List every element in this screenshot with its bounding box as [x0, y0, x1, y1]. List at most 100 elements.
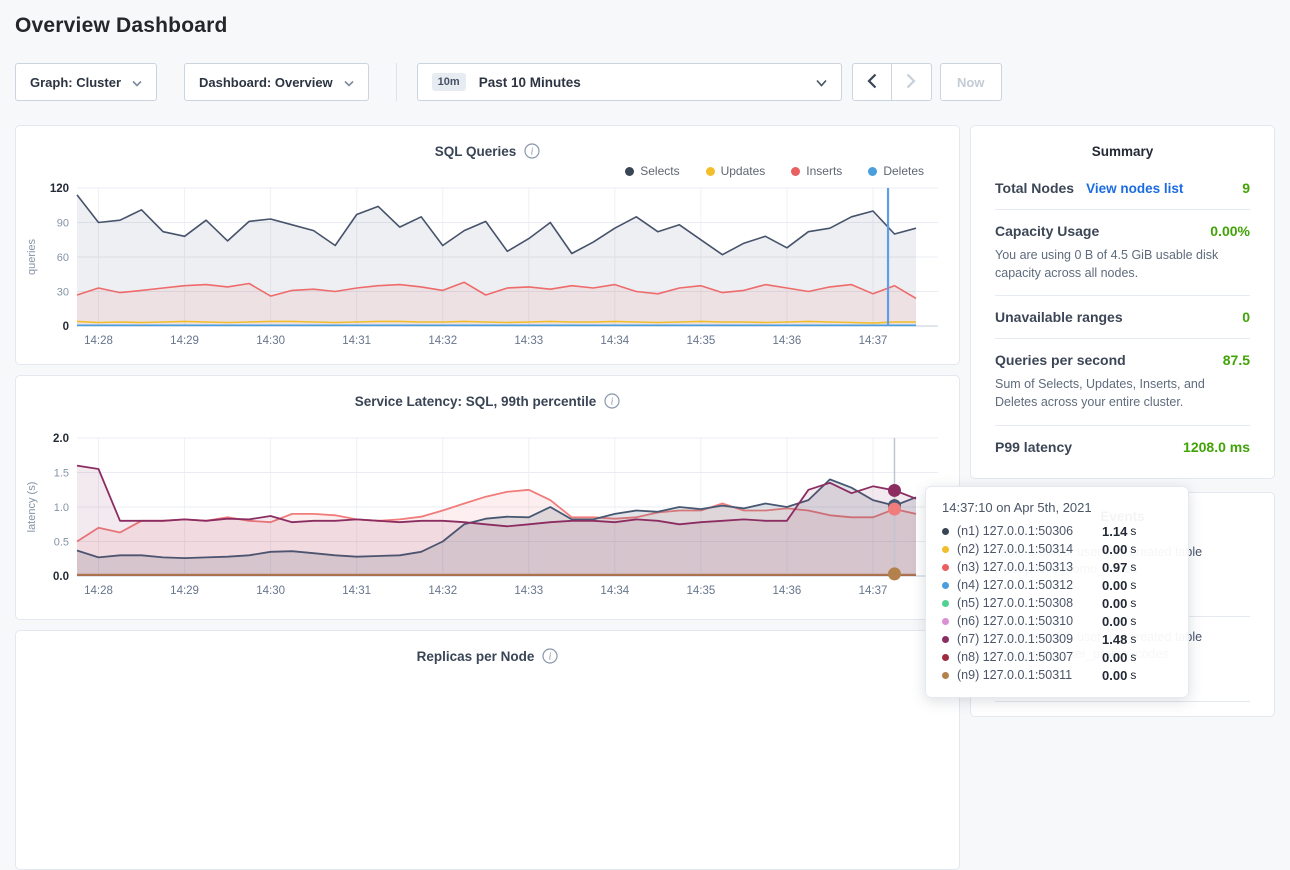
- tooltip-unit: s: [1130, 524, 1136, 538]
- chevron-left-icon: [867, 73, 877, 92]
- time-window-label: Past 10 Minutes: [479, 75, 581, 90]
- x-axis-tick-label: 14:35: [686, 585, 715, 597]
- stat-value: 87.5: [1223, 352, 1250, 368]
- x-axis-tick-label: 14:30: [256, 335, 285, 347]
- x-axis-tick-label: 14:30: [256, 585, 285, 597]
- tooltip-value: 0.00: [1102, 596, 1127, 611]
- tooltip-unit: s: [1130, 614, 1136, 628]
- info-icon[interactable]: i: [604, 393, 620, 409]
- service-latency-chart[interactable]: 14:2814:2914:3014:3114:3214:3314:3414:35…: [21, 430, 956, 602]
- stat-value: 0: [1242, 309, 1250, 325]
- x-axis-tick-label: 14:32: [428, 585, 457, 597]
- tooltip-unit: s: [1130, 632, 1136, 646]
- sql-queries-chart[interactable]: 14:2814:2914:3014:3114:3214:3314:3414:35…: [21, 180, 956, 352]
- tooltip-row: (n1) 127.0.0.1:50306 1.14s: [942, 522, 1172, 540]
- tooltip-row: (n2) 127.0.0.1:503140.00s: [942, 540, 1172, 558]
- time-forward-button[interactable]: [892, 63, 932, 101]
- time-window-picker[interactable]: 10m Past 10 Minutes: [417, 63, 842, 101]
- dashboard-dropdown-label: Dashboard: Overview: [199, 75, 333, 90]
- tooltip-row: (n7) 127.0.0.1:503091.48s: [942, 630, 1172, 648]
- x-axis-tick-label: 14:32: [428, 335, 457, 347]
- tooltip-row: (n9) 127.0.0.1:503110.00s: [942, 666, 1172, 684]
- replicas-per-node-panel: Replicas per Node i: [15, 630, 960, 870]
- x-axis-tick-label: 14:28: [84, 335, 113, 347]
- stat-value: 1208.0 ms: [1183, 439, 1250, 455]
- tooltip-row: (n3) 127.0.0.1:503130.97s: [942, 558, 1172, 576]
- stat-label: Capacity Usage: [995, 223, 1099, 239]
- service-latency-panel: Service Latency: SQL, 99th percentile i …: [15, 375, 960, 620]
- sql-queries-panel: SQL Queries i Selects Updates Inserts Delet…: [15, 125, 960, 365]
- y-axis-tick-label: 90: [57, 218, 69, 230]
- tooltip-value: 0.00: [1102, 542, 1127, 557]
- x-axis-tick-label: 14:34: [600, 585, 629, 597]
- stat-subtext: You are using 0 B of 4.5 GiB usable disk…: [995, 246, 1250, 282]
- stat-subtext: Sum of Selects, Updates, Inserts, and De…: [995, 375, 1250, 411]
- tooltip-node-label: (n6) 127.0.0.1:50310: [957, 614, 1098, 628]
- tooltip-value: 1.14: [1102, 524, 1127, 539]
- stat-queries-per-second: Queries per second 87.5 Sum of Selects, Up…: [995, 338, 1250, 424]
- svg-text:i: i: [531, 147, 534, 158]
- chart-hover-tooltip: 14:37:10 on Apr 5th, 2021 (n1) 127.0.0.1…: [925, 486, 1189, 698]
- x-axis-tick-label: 14:36: [773, 335, 802, 347]
- tooltip-unit: s: [1130, 650, 1136, 664]
- y-axis-tick-label: 0.5: [54, 537, 69, 549]
- tooltip-row: (n5) 127.0.0.1:50308 0.00s: [942, 594, 1172, 612]
- summary-title: Summary: [995, 142, 1250, 167]
- legend-item-inserts[interactable]: Inserts: [791, 164, 842, 178]
- tooltip-node-label: (n2) 127.0.0.1:50314: [957, 542, 1098, 556]
- page-title: Overview Dashboard: [15, 14, 1290, 38]
- time-back-button[interactable]: [852, 63, 892, 101]
- info-icon[interactable]: i: [524, 143, 540, 159]
- svg-text:i: i: [611, 397, 614, 408]
- stat-total-nodes: Total NodesView nodes list9: [995, 167, 1250, 209]
- x-axis-tick-label: 14:31: [342, 585, 371, 597]
- x-axis-tick-label: 14:36: [773, 585, 802, 597]
- x-axis-tick-label: 14:33: [514, 335, 543, 347]
- legend-item-updates[interactable]: Updates: [706, 164, 766, 178]
- legend-label: Inserts: [806, 164, 842, 178]
- y-axis-unit-label: queries: [26, 238, 38, 275]
- x-axis-tick-label: 14:37: [859, 585, 888, 597]
- hover-dot: [888, 503, 901, 516]
- y-axis-tick-label: 0.0: [53, 571, 69, 583]
- stat-p99-latency: P99 latency 1208.0 ms: [995, 425, 1250, 468]
- tooltip-unit: s: [1130, 668, 1136, 682]
- stat-label: P99 latency: [995, 439, 1072, 455]
- series-color-dot: [942, 564, 949, 571]
- tooltip-value: 0.00: [1102, 668, 1127, 683]
- tooltip-unit: s: [1130, 596, 1136, 610]
- info-icon[interactable]: i: [542, 648, 558, 664]
- tooltip-row: (n4) 127.0.0.1:503120.00s: [942, 576, 1172, 594]
- stat-value: 9: [1242, 180, 1250, 196]
- now-button[interactable]: Now: [940, 63, 1002, 101]
- y-axis-tick-label: 30: [57, 287, 69, 299]
- replicas-per-node-chart-title: Replicas per Node: [417, 649, 535, 664]
- x-axis-tick-label: 14:29: [170, 335, 199, 347]
- x-axis-tick-label: 14:37: [859, 335, 888, 347]
- time-window-badge: 10m: [432, 73, 466, 91]
- y-axis-tick-label: 2.0: [53, 433, 69, 445]
- legend-item-selects[interactable]: Selects: [625, 164, 679, 178]
- y-axis-tick-label: 0: [63, 321, 69, 333]
- x-axis-tick-label: 14:31: [342, 335, 371, 347]
- view-nodes-list-link[interactable]: View nodes list: [1086, 181, 1183, 196]
- series-color-dot: [942, 654, 949, 661]
- tooltip-node-label: (n7) 127.0.0.1:50309: [957, 632, 1098, 646]
- chevron-down-icon: [816, 75, 827, 90]
- dashboard-dropdown[interactable]: Dashboard: Overview: [184, 63, 369, 101]
- y-axis-tick-label: 1.0: [54, 502, 69, 514]
- tooltip-node-label: (n5) 127.0.0.1:50308: [957, 596, 1098, 610]
- tooltip-node-label: (n8) 127.0.0.1:50307: [957, 650, 1098, 664]
- series-color-dot: [942, 528, 949, 535]
- series-color-dot: [942, 672, 949, 679]
- tooltip-unit: s: [1130, 578, 1136, 592]
- graph-dropdown[interactable]: Graph: Cluster: [15, 63, 157, 101]
- legend-item-deletes[interactable]: Deletes: [868, 164, 924, 178]
- sql-queries-chart-title: SQL Queries: [435, 144, 517, 159]
- tooltip-unit: s: [1130, 560, 1136, 574]
- series-color-dot: [942, 600, 949, 607]
- series-color-dot: [942, 636, 949, 643]
- stat-label: Queries per second: [995, 352, 1126, 368]
- x-axis-tick-label: 14:29: [170, 585, 199, 597]
- tooltip-node-label: (n1) 127.0.0.1:50306: [957, 524, 1098, 538]
